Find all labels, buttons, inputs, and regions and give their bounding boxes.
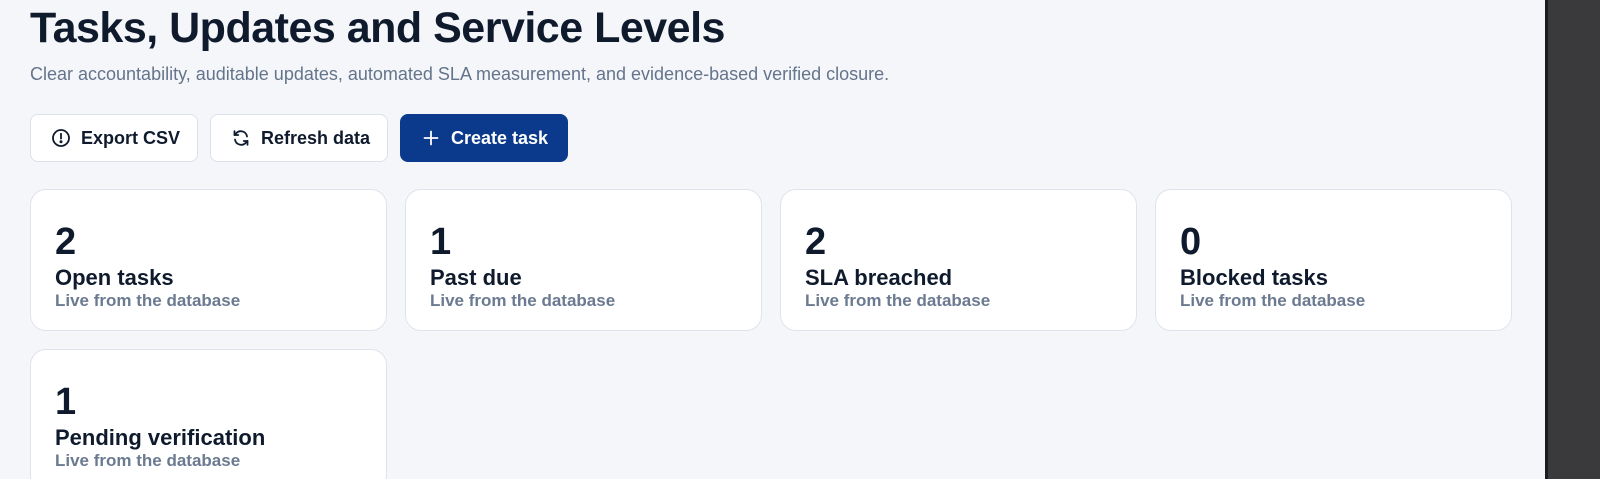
refresh-data-label: Refresh data [261, 127, 371, 148]
stat-card-sla-breached: 2 SLA breached Live from the database [780, 189, 1137, 331]
stats-grid: 2 Open tasks Live from the database 1 Pa… [30, 189, 1512, 479]
stat-note: Live from the database [55, 291, 241, 310]
stat-card-pending-verification: 1 Pending verification Live from the dat… [30, 349, 387, 479]
stat-card-past-due: 1 Past due Live from the database [405, 189, 762, 331]
stat-note: Live from the database [55, 451, 241, 470]
stat-value: 1 [55, 381, 77, 423]
export-csv-label: Export CSV [81, 127, 181, 148]
stat-label: Pending verification [55, 425, 266, 450]
export-csv-button[interactable]: Export CSV [30, 114, 198, 162]
stat-label: Past due [430, 265, 522, 290]
refresh-data-button[interactable]: Refresh data [210, 114, 388, 162]
plus-icon [421, 128, 441, 148]
stat-card-blocked-tasks: 0 Blocked tasks Live from the database [1155, 189, 1512, 331]
stat-card-open-tasks: 2 Open tasks Live from the database [30, 189, 387, 331]
stat-value: 0 [1180, 221, 1202, 263]
stat-note: Live from the database [430, 291, 616, 310]
create-task-button[interactable]: Create task [400, 114, 568, 162]
page-title: Tasks, Updates and Service Levels [30, 4, 725, 52]
stat-note: Live from the database [1180, 291, 1366, 310]
toolbar: Export CSV Refresh data Create task [30, 114, 568, 162]
window-edge [1545, 0, 1600, 479]
window-edge-divider [1545, 0, 1548, 479]
page-subtitle: Clear accountability, auditable updates,… [30, 64, 890, 84]
stat-value: 2 [805, 221, 827, 263]
stat-value: 2 [55, 221, 77, 263]
stat-value: 1 [430, 221, 452, 263]
stat-label: Open tasks [55, 265, 174, 290]
page: Tasks, Updates and Service Levels Clear … [0, 0, 1600, 479]
stat-note: Live from the database [805, 291, 991, 310]
stat-label: Blocked tasks [1180, 265, 1328, 290]
stat-label: SLA breached [805, 265, 953, 290]
alert-circle-icon [51, 128, 71, 148]
refresh-icon [231, 128, 251, 148]
create-task-label: Create task [451, 127, 549, 148]
